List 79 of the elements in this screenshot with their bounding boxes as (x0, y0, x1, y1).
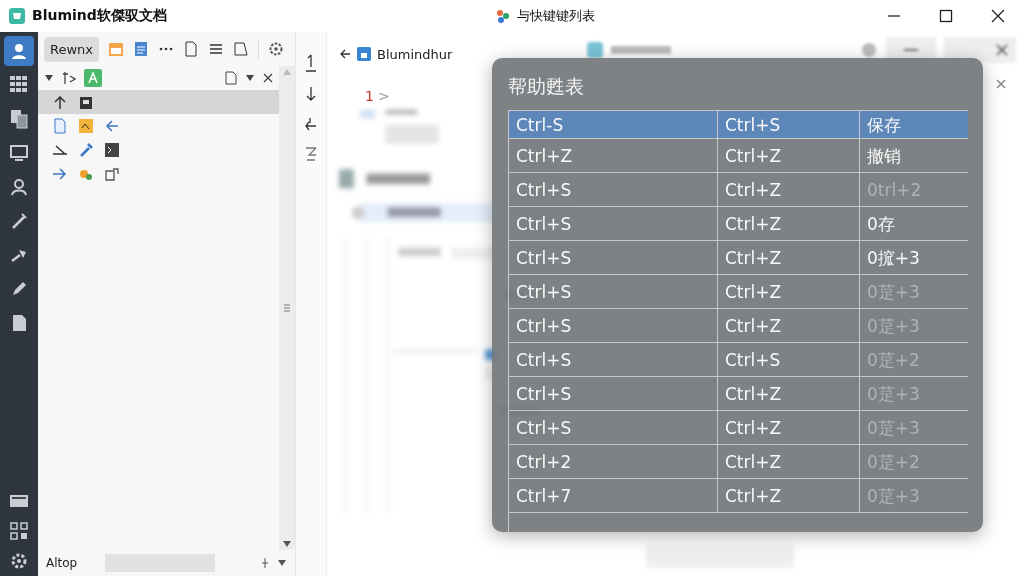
settings-icon[interactable] (268, 41, 284, 57)
copy-icon[interactable] (10, 109, 28, 129)
export-icon (104, 166, 120, 182)
back-icon[interactable] (339, 48, 351, 60)
clipboard-icon (78, 94, 94, 110)
status-label: Altop (46, 556, 78, 570)
file-icon[interactable] (183, 41, 199, 57)
text-tool-icon[interactable] (62, 71, 76, 85)
page-icon[interactable] (10, 314, 28, 332)
person-icon[interactable] (10, 42, 28, 60)
collapse-icon[interactable] (44, 73, 54, 83)
settings-icon[interactable] (860, 41, 878, 59)
document-icon (52, 118, 68, 134)
document-icon[interactable] (133, 41, 149, 57)
dialog-title: 帮助甦表 (508, 74, 585, 99)
image-icon (78, 118, 94, 134)
dropdown-icon[interactable] (277, 559, 287, 567)
document-heading: Blumindhur (377, 46, 453, 62)
wrench-icon (78, 142, 94, 158)
app-icon (494, 8, 511, 24)
chevron-text: > (377, 88, 390, 104)
table-cell: Ctrl+7 (509, 479, 718, 513)
table-cell: Ctrl+Z (718, 309, 860, 343)
table-cell: Ctrl+S (509, 411, 718, 445)
table-cell: Ctrl+Z (718, 173, 860, 207)
document-title: 与快键键列表 (516, 7, 595, 25)
scroll-down-icon[interactable] (282, 540, 292, 548)
maximize-icon (939, 9, 953, 23)
blurred-tab-label (611, 46, 671, 54)
table-cell: Ctrl+Z (509, 139, 718, 173)
table-cell: Ctrl+Z (718, 479, 860, 513)
table-cell: Ctrl-S (509, 111, 718, 139)
table-cell: Ctrl+Z (718, 445, 860, 479)
arrow-icon (52, 94, 68, 110)
table-cell: Ctrl+Z (718, 377, 860, 411)
notebook-icon[interactable] (233, 41, 249, 57)
scroll-grip-icon[interactable] (283, 303, 291, 313)
table-cell: 0存 (860, 207, 968, 241)
close-icon[interactable] (263, 73, 273, 83)
table-cell: Ctrl+Z (718, 139, 860, 173)
panel-tab[interactable]: Rewnx (44, 36, 99, 62)
table-cell: Ctrl+S (509, 207, 718, 241)
tree-row[interactable] (38, 90, 279, 114)
table-cell: Ctrl+Z (718, 241, 860, 275)
window-title: Blumind软傑驭文档 (32, 7, 167, 25)
qr-code-icon[interactable] (10, 522, 28, 540)
table-cell: Ctrl+Z (718, 411, 860, 445)
table-cell: Ctrl+2 (509, 445, 718, 479)
dropdown-icon[interactable] (245, 73, 255, 83)
forward-icon (52, 166, 68, 182)
user-icon[interactable] (10, 178, 28, 196)
close-icon (991, 9, 1005, 23)
table-cell: Ctrl+S (718, 111, 860, 139)
table-cell: Ctrl+S (509, 309, 718, 343)
table-cell: 保存 (860, 111, 968, 139)
table-cell: Ctrl+S (509, 241, 718, 275)
table-cell: Ctrl+Z (718, 207, 860, 241)
line-number: 1 (365, 88, 374, 104)
grid-icon[interactable] (10, 76, 28, 94)
table-cell: Ctrl+S (509, 173, 718, 207)
pin-icon[interactable] (261, 557, 269, 569)
table-cell: Ctrl+Z (718, 275, 860, 309)
list-icon[interactable] (208, 41, 224, 57)
back-arrow-icon (104, 118, 120, 134)
pencil-icon[interactable] (10, 280, 28, 298)
tab-icon (587, 42, 603, 58)
table-cell: 撤销 (860, 139, 968, 173)
terminal-icon (104, 142, 120, 158)
new-file-icon[interactable] (225, 71, 237, 85)
table-cell: Ctrl+S (509, 343, 718, 377)
monitor-icon[interactable] (10, 144, 28, 162)
table-cell: Ctrl+S (509, 377, 718, 411)
arrow-down-icon[interactable] (304, 86, 318, 102)
table-cell: Ctrl+S (509, 275, 718, 309)
app-logo-icon (8, 7, 26, 25)
wand-icon[interactable] (10, 212, 28, 230)
return-icon[interactable] (304, 116, 318, 132)
table-cell: Ctrl+S (718, 343, 860, 377)
table-cell: 0搲+3 (860, 241, 968, 275)
